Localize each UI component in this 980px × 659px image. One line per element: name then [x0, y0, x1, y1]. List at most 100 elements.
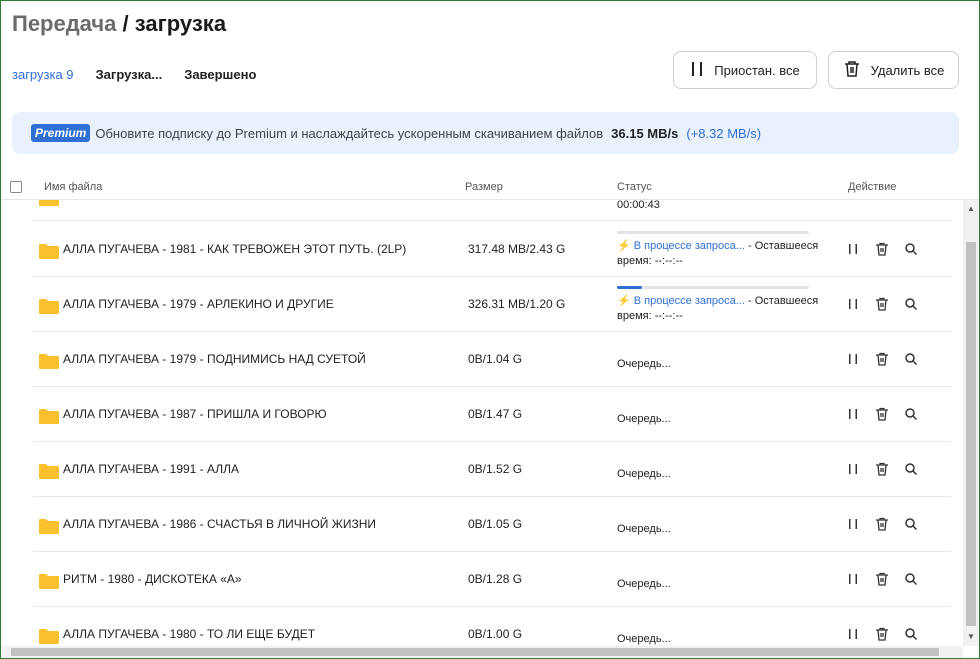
trash-icon[interactable] — [874, 296, 890, 312]
page-title: Передача / загрузка — [12, 11, 226, 37]
file-name[interactable]: АЛЛА ПУГАЧЕВА - 1991 - АЛЛА — [63, 462, 239, 476]
scroll-down-arrow[interactable]: ▼ — [967, 632, 975, 641]
table-row[interactable]: АЛЛА ПУГАЧЕВА - 1979 - АРЛЕКИНО И ДРУГИЕ… — [33, 277, 951, 332]
pause-icon[interactable] — [845, 516, 861, 532]
pause-all-label: Приостан. все — [714, 62, 800, 78]
breadcrumb-transfer[interactable]: Передача — [12, 11, 116, 36]
tab-downloading-count[interactable]: загрузка 9 — [12, 67, 74, 82]
trash-icon — [843, 60, 861, 81]
table-row[interactable]: АЛЛА ПУГАЧЕВА - 1981 - КАК ТРЕВОЖЕН ЭТОТ… — [33, 222, 951, 277]
file-size: 0B/1.52 G — [468, 462, 523, 476]
column-header-size[interactable]: Размер — [465, 181, 503, 193]
row-status: Очередь... — [617, 633, 671, 645]
file-name[interactable]: АЛЛА ПУГАЧЕВА - 1986 - СЧАСТЬЯ В ЛИЧНОЙ … — [63, 517, 376, 531]
file-size: 0B/1.04 G — [468, 352, 523, 366]
file-name[interactable]: АЛЛА ПУГАЧЕВА - 1979 - АРЛЕКИНО И ДРУГИЕ — [63, 297, 334, 311]
pause-icon[interactable] — [845, 571, 861, 587]
download-list: 00:00:43 АЛЛА ПУГАЧЕВА - 1981 - КАК ТРЕВ… — [1, 200, 963, 646]
horizontal-scroll-thumb[interactable] — [11, 648, 939, 656]
pause-icon[interactable] — [845, 626, 861, 642]
status-remaining: - Оставшееся — [744, 240, 819, 252]
tab-completed[interactable]: Завершено — [184, 67, 256, 82]
search-icon[interactable] — [903, 571, 919, 587]
vertical-scroll-thumb[interactable] — [966, 242, 976, 626]
table-header: Имя файла Размер Статус Действие — [1, 176, 979, 200]
file-size: 0B/1.00 G — [468, 627, 523, 641]
file-size: 0B/1.47 G — [468, 407, 523, 421]
search-icon[interactable] — [903, 461, 919, 477]
file-name[interactable]: АЛЛА ПУГАЧЕВА - 1981 - КАК ТРЕВОЖЕН ЭТОТ… — [63, 242, 406, 256]
pause-icon[interactable] — [845, 241, 861, 257]
folder-icon — [39, 298, 59, 317]
file-name[interactable]: АЛЛА ПУГАЧЕВА - 1979 - ПОДНИМИСЬ НАД СУЕ… — [63, 352, 366, 366]
trash-icon[interactable] — [874, 351, 890, 367]
row-status: Очередь... — [617, 578, 671, 590]
delete-all-label: Удалить все — [870, 62, 945, 78]
file-size: 0B/1.28 G — [468, 572, 523, 586]
pause-all-button[interactable]: Приостан. все — [673, 51, 817, 89]
file-name[interactable]: АЛЛА ПУГАЧЕВА - 1980 - ТО ЛИ ЕЩЕ БУДЕТ — [63, 627, 315, 641]
vertical-scrollbar[interactable]: ▲ ▼ — [963, 200, 979, 646]
search-icon[interactable] — [903, 296, 919, 312]
file-size: 326.31 MB/1.20 G — [468, 297, 566, 311]
progress-fill — [617, 286, 642, 289]
table-row[interactable]: АЛЛА ПУГАЧЕВА - 1980 - ТО ЛИ ЕЩЕ БУДЕТ 0B… — [33, 607, 951, 646]
file-size: 317.48 MB/2.43 G — [468, 242, 566, 256]
boost-speed: (+8.32 MB/s) — [686, 125, 762, 141]
status-requesting-link[interactable]: В процессе запроса... — [634, 240, 745, 252]
row-status: Очередь... — [617, 413, 671, 425]
select-all-checkbox[interactable] — [10, 181, 22, 193]
pause-icon — [690, 61, 704, 80]
tab-uploading[interactable]: Загрузка... — [96, 67, 163, 82]
search-icon[interactable] — [903, 626, 919, 642]
trash-icon[interactable] — [874, 626, 890, 642]
folder-icon — [39, 463, 59, 482]
status-time: время: --:--:-- — [617, 255, 683, 267]
horizontal-scrollbar[interactable] — [1, 646, 963, 658]
column-header-name[interactable]: Имя файла — [44, 181, 102, 193]
premium-badge: Premium — [31, 124, 91, 142]
search-icon[interactable] — [903, 516, 919, 532]
lightning-icon: ⚡ — [617, 295, 634, 307]
file-name[interactable]: РИТМ - 1980 - ДИСКОТЕКА «А» — [63, 572, 242, 586]
trash-icon[interactable] — [874, 571, 890, 587]
progress-bar — [617, 231, 809, 234]
folder-icon — [39, 200, 59, 213]
trash-icon[interactable] — [874, 406, 890, 422]
breadcrumb-separator: / — [116, 11, 135, 36]
table-row[interactable]: РИТМ - 1980 - ДИСКОТЕКА «А» 0B/1.28 G Очер… — [33, 552, 951, 607]
folder-icon — [39, 628, 59, 646]
folder-icon — [39, 573, 59, 592]
row-actions — [845, 296, 919, 312]
row-status: Очередь... — [617, 468, 671, 480]
search-icon[interactable] — [903, 351, 919, 367]
lightning-icon: ⚡ — [617, 240, 634, 252]
table-row[interactable]: АЛЛА ПУГАЧЕВА - 1991 - АЛЛА 0B/1.52 G Очер… — [33, 442, 951, 497]
delete-all-button[interactable]: Удалить все — [828, 51, 959, 89]
trash-icon[interactable] — [874, 516, 890, 532]
table-row[interactable]: АЛЛА ПУГАЧЕВА - 1986 - СЧАСТЬЯ В ЛИЧНОЙ … — [33, 497, 951, 552]
table-row[interactable]: АЛЛА ПУГАЧЕВА - 1987 - ПРИШЛА И ГОВОРЮ 0B… — [33, 387, 951, 442]
row-actions — [845, 461, 919, 477]
pause-icon[interactable] — [845, 296, 861, 312]
table-row-partial: 00:00:43 — [33, 200, 951, 221]
search-icon[interactable] — [903, 406, 919, 422]
row-actions — [845, 406, 919, 422]
row-status: Очередь... — [617, 358, 671, 370]
scroll-up-arrow[interactable]: ▲ — [967, 204, 975, 213]
status-remaining: - Оставшееся — [744, 295, 819, 307]
trash-icon[interactable] — [874, 461, 890, 477]
status-time: время: --:--:-- — [617, 310, 683, 322]
status-requesting-link[interactable]: В процессе запроса... — [634, 295, 745, 307]
file-name[interactable]: АЛЛА ПУГАЧЕВА - 1987 - ПРИШЛА И ГОВОРЮ — [63, 407, 327, 421]
table-row[interactable]: АЛЛА ПУГАЧЕВА - 1979 - ПОДНИМИСЬ НАД СУЕ… — [33, 332, 951, 387]
pause-icon[interactable] — [845, 406, 861, 422]
column-header-status: Статус — [617, 181, 652, 193]
premium-banner[interactable]: Premium Обновите подписку до Premium и н… — [12, 112, 959, 154]
search-icon[interactable] — [903, 241, 919, 257]
trash-icon[interactable] — [874, 241, 890, 257]
pause-icon[interactable] — [845, 461, 861, 477]
pause-icon[interactable] — [845, 351, 861, 367]
row-actions — [845, 351, 919, 367]
column-header-action: Действие — [848, 181, 897, 193]
